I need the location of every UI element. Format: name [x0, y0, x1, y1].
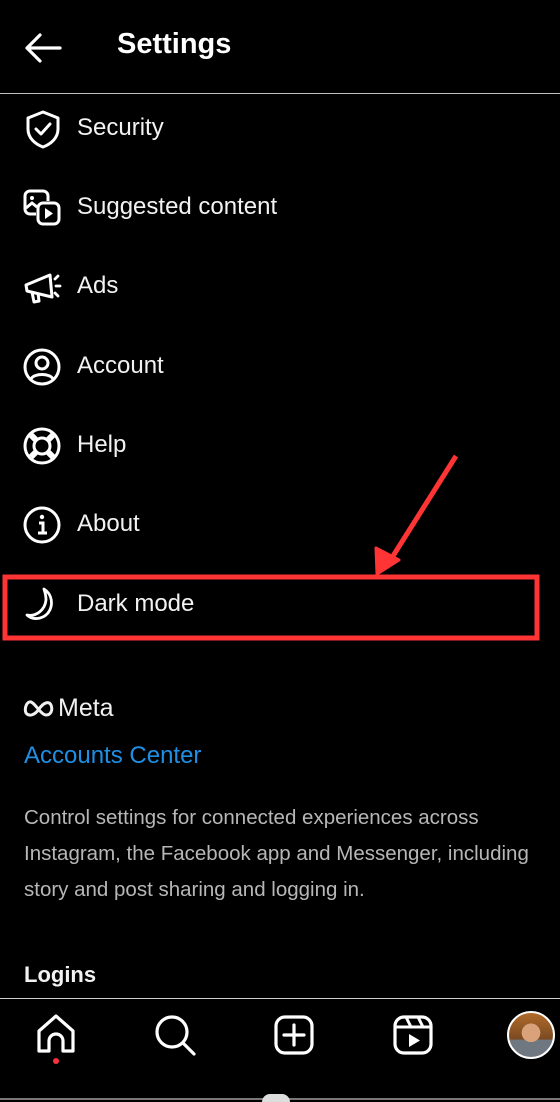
settings-item-label: Dark mode: [77, 590, 195, 617]
logins-heading: Logins: [24, 962, 97, 987]
settings-item-suggested-content[interactable]: Suggested content: [0, 178, 560, 238]
lifebuoy-icon: [23, 427, 61, 465]
user-circle-icon: [23, 348, 61, 386]
settings-item-label: Help: [77, 431, 127, 458]
settings-item-help[interactable]: Help: [0, 416, 560, 476]
settings-item-about[interactable]: About: [0, 495, 560, 555]
settings-item-label: About: [77, 510, 140, 537]
megaphone-icon: [24, 273, 62, 304]
page-title: Settings: [117, 28, 232, 60]
home-notification-dot: [53, 1058, 59, 1064]
settings-item-account[interactable]: Account: [0, 337, 560, 397]
settings-item-label: Ads: [77, 272, 119, 299]
shield-check-icon: [26, 110, 60, 149]
suggested-content-icon: [23, 189, 61, 226]
settings-item-security[interactable]: Security: [0, 99, 560, 159]
home-icon[interactable]: [32, 1011, 80, 1059]
gesture-handle[interactable]: [262, 1094, 290, 1102]
moon-icon: [25, 587, 53, 620]
accounts-center-description: Control settings for connected experienc…: [24, 806, 529, 901]
plus-square-icon[interactable]: [270, 1011, 318, 1059]
meta-logo-icon: [23, 700, 54, 717]
settings-item-label: Account: [77, 352, 164, 379]
accounts-center-link[interactable]: Accounts Center: [24, 742, 201, 770]
reels-icon[interactable]: [389, 1011, 437, 1059]
settings-item-label: Security: [77, 114, 164, 141]
info-icon: [23, 506, 61, 544]
avatar[interactable]: [507, 1011, 555, 1059]
settings-item-label: Suggested content: [77, 193, 278, 220]
search-icon[interactable]: [151, 1011, 199, 1059]
arrow-left-icon[interactable]: [22, 30, 64, 66]
settings-item-ads[interactable]: Ads: [0, 257, 560, 317]
settings-item-dark-mode[interactable]: Dark mode: [0, 575, 560, 635]
bottom-nav: [0, 999, 560, 1100]
meta-brand-text: Meta: [58, 694, 114, 722]
header: Settings: [0, 0, 560, 94]
